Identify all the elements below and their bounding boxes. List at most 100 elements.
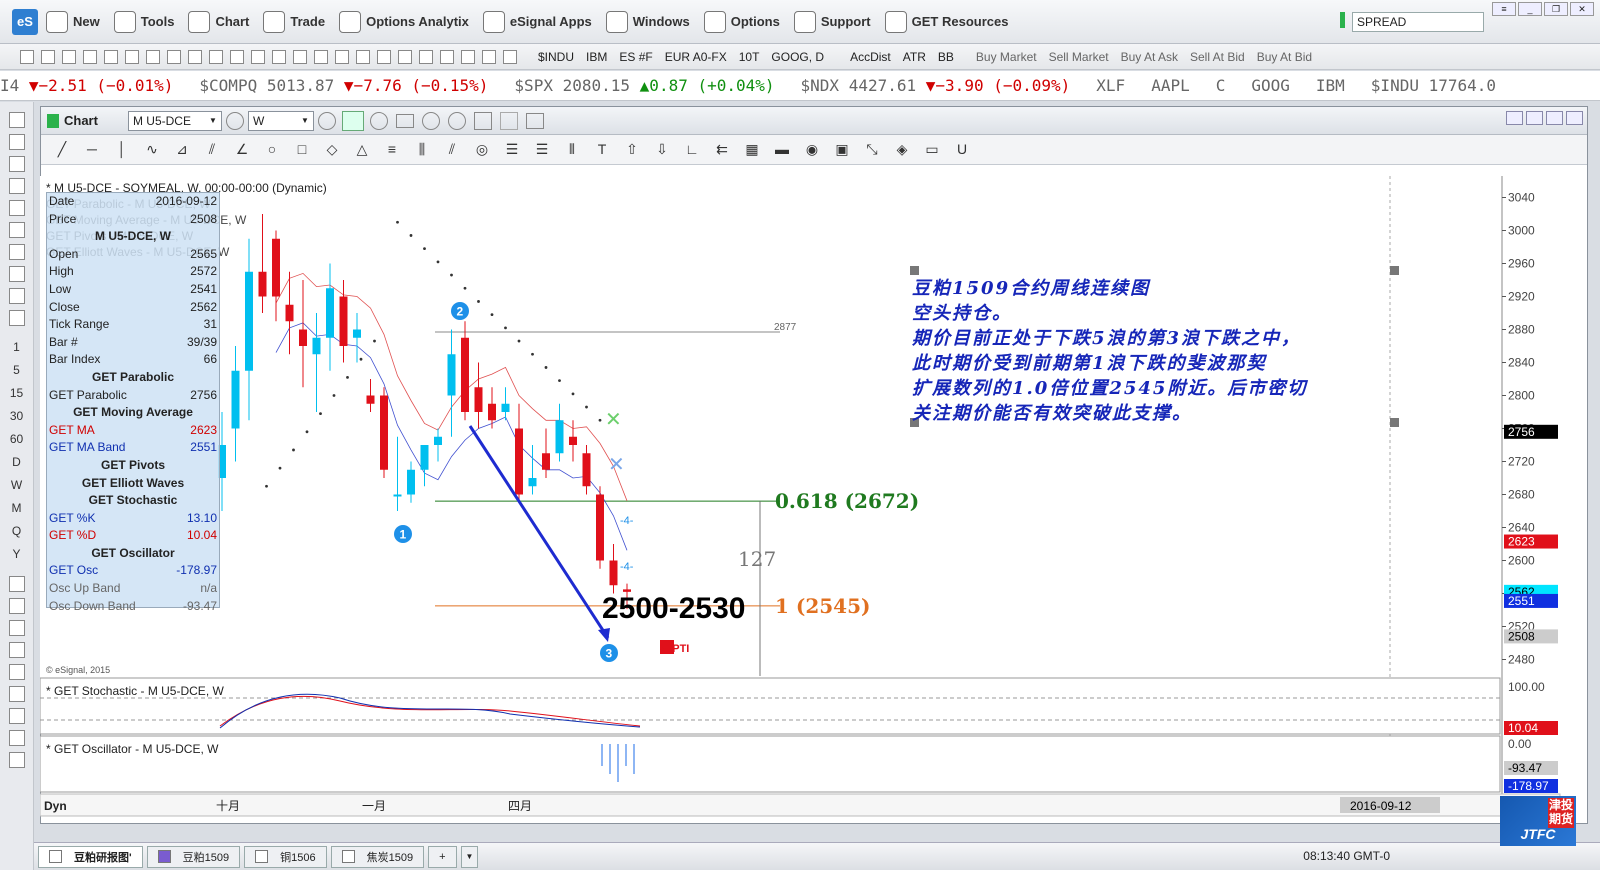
- menu-chart[interactable]: Chart: [188, 10, 249, 33]
- drawing-tool-icon[interactable]: T: [591, 141, 613, 159]
- ticker-item[interactable]: XLF: [1096, 76, 1125, 95]
- pencil-icon[interactable]: [341, 110, 364, 131]
- left-tool-icon[interactable]: [8, 244, 25, 260]
- toolbar-studies-link[interactable]: AccDist: [850, 50, 891, 64]
- toolbar-symbols-link[interactable]: ES #F: [619, 50, 652, 64]
- drawing-tool-icon[interactable]: ⇧: [621, 141, 643, 159]
- page-tab[interactable]: 焦炭1509: [330, 845, 425, 868]
- close-icon[interactable]: [1566, 111, 1583, 125]
- toolbar-tool-icon[interactable]: [293, 49, 307, 64]
- interval-button[interactable]: Y: [12, 547, 20, 561]
- ticker-item[interactable]: C: [1216, 76, 1226, 95]
- interval-button[interactable]: W: [11, 478, 22, 492]
- minimize-icon[interactable]: [1526, 111, 1543, 125]
- drawing-tool-icon[interactable]: ◇: [321, 141, 343, 159]
- interval-button[interactable]: Q: [12, 524, 21, 538]
- interval-button[interactable]: 5: [13, 363, 20, 377]
- drawing-tool-icon[interactable]: △: [351, 141, 373, 159]
- toolbar-symbols-link[interactable]: GOOG, D: [771, 50, 824, 64]
- analysis-annotation[interactable]: 豆粕1509合约周线连续图 空头持仓。 期价目前正处于下跌5浪的第3浪下跌之中， 此时…: [912, 276, 1307, 426]
- toolbar-tool-icon[interactable]: [419, 49, 433, 64]
- annotation-handle[interactable]: [1390, 266, 1399, 275]
- toolbar-trade-link[interactable]: Sell Market: [1049, 50, 1109, 64]
- left-tool-icon[interactable]: [8, 664, 25, 680]
- alert-icon[interactable]: [447, 111, 466, 130]
- left-tool-icon[interactable]: [8, 200, 25, 216]
- drawing-tool-icon[interactable]: ─: [81, 141, 103, 159]
- link-icon[interactable]: [473, 111, 492, 130]
- toolbar-tool-icon[interactable]: [335, 49, 349, 64]
- toolbar-symbols-link[interactable]: $INDU: [538, 50, 574, 64]
- drawing-tool-icon[interactable]: ⦀: [561, 141, 583, 159]
- toolbar-studies-link[interactable]: ATR: [903, 50, 926, 64]
- toolbar-trade-link[interactable]: Buy At Ask: [1121, 50, 1178, 64]
- toolbar-trade-link[interactable]: Sell At Bid: [1190, 50, 1245, 64]
- drawing-tool-icon[interactable]: ▦: [741, 141, 763, 159]
- left-tool-icon[interactable]: [8, 310, 25, 326]
- interval-select[interactable]: W ▼: [247, 110, 314, 131]
- settings-icon[interactable]: [225, 111, 244, 130]
- left-tool-icon[interactable]: [8, 112, 25, 128]
- drawing-tool-icon[interactable]: ⇇: [711, 141, 733, 159]
- left-tool-icon[interactable]: [8, 598, 25, 614]
- toolbar-tool-icon[interactable]: [440, 49, 454, 64]
- left-tool-icon[interactable]: [8, 222, 25, 238]
- left-tool-icon[interactable]: [8, 708, 25, 724]
- menu-support[interactable]: Support: [793, 10, 871, 33]
- news-icon[interactable]: [395, 113, 414, 128]
- toolbar-tool-icon[interactable]: [377, 49, 391, 64]
- drawing-tool-icon[interactable]: ╱: [51, 141, 73, 159]
- ticker-item[interactable]: I4 ▼−2.51 (−0.01%): [0, 76, 173, 95]
- menu-esignal-apps[interactable]: eSignal Apps: [482, 10, 592, 33]
- toolbar-tool-icon[interactable]: [83, 49, 97, 64]
- left-tool-icon[interactable]: [8, 576, 25, 592]
- drawing-tool-icon[interactable]: U: [951, 141, 973, 159]
- drawing-tool-icon[interactable]: ▭: [921, 141, 943, 159]
- interval-button[interactable]: 1: [13, 340, 20, 354]
- drawing-tool-icon[interactable]: ◎: [471, 141, 493, 159]
- menu-tools[interactable]: Tools: [113, 10, 174, 33]
- toolbar-tool-icon[interactable]: [20, 49, 34, 64]
- menu-options[interactable]: Options: [703, 10, 780, 33]
- play-icon[interactable]: [421, 111, 440, 130]
- ticker-item[interactable]: IBM: [1316, 76, 1345, 95]
- efs-icon[interactable]: [499, 111, 518, 130]
- toolbar-tool-icon[interactable]: [314, 49, 328, 64]
- interval-button[interactable]: 60: [10, 432, 23, 446]
- left-tool-icon[interactable]: [8, 620, 25, 636]
- ticker-item[interactable]: $COMPQ 5013.87 ▼−7.76 (−0.15%): [199, 76, 488, 95]
- toolbar-tool-icon[interactable]: [461, 49, 475, 64]
- toolbar-tool-icon[interactable]: [230, 49, 244, 64]
- left-tool-icon[interactable]: [8, 686, 25, 702]
- drawing-tool-icon[interactable]: ▣: [831, 141, 853, 159]
- drawing-tool-icon[interactable]: □: [291, 141, 313, 159]
- left-tool-icon[interactable]: [8, 266, 25, 282]
- left-tool-icon[interactable]: [8, 178, 25, 194]
- interval-button[interactable]: D: [12, 455, 21, 469]
- left-tool-icon[interactable]: [8, 730, 25, 746]
- drawing-tool-icon[interactable]: ◈: [891, 141, 913, 159]
- menu-trade[interactable]: Trade: [263, 10, 325, 33]
- toolbar-trade-link[interactable]: Buy Market: [976, 50, 1037, 64]
- menu-icon[interactable]: ≡: [1492, 2, 1516, 16]
- annotation-handle[interactable]: [910, 266, 919, 275]
- interval-button[interactable]: 15: [10, 386, 23, 400]
- ticker-item[interactable]: GOOG: [1251, 76, 1290, 95]
- drawing-tool-icon[interactable]: ⤡: [861, 141, 883, 159]
- left-tool-icon[interactable]: [8, 156, 25, 172]
- cycle-icon[interactable]: [369, 111, 388, 130]
- maximize-icon[interactable]: [1546, 111, 1563, 125]
- price-chart[interactable]: 28770.618 (2672)1 (2545) * M U5-DCE - SO…: [40, 176, 1600, 836]
- drawing-tool-icon[interactable]: ⫼: [411, 141, 433, 159]
- clock-icon[interactable]: [317, 111, 336, 130]
- drawing-tool-icon[interactable]: ▬: [771, 141, 793, 159]
- minimize-icon[interactable]: _: [1518, 2, 1542, 16]
- left-tool-icon[interactable]: [8, 752, 25, 768]
- ticker-item[interactable]: $NDX 4427.61 ▼−3.90 (−0.09%): [801, 76, 1071, 95]
- drawing-tool-icon[interactable]: ∿: [141, 141, 163, 159]
- restore-icon[interactable]: ❐: [1544, 2, 1568, 16]
- annotation-handle[interactable]: [1390, 418, 1399, 427]
- drawing-tool-icon[interactable]: ☰: [501, 141, 523, 159]
- add-page-button[interactable]: +: [428, 845, 457, 868]
- ticker-item[interactable]: AAPL: [1151, 76, 1190, 95]
